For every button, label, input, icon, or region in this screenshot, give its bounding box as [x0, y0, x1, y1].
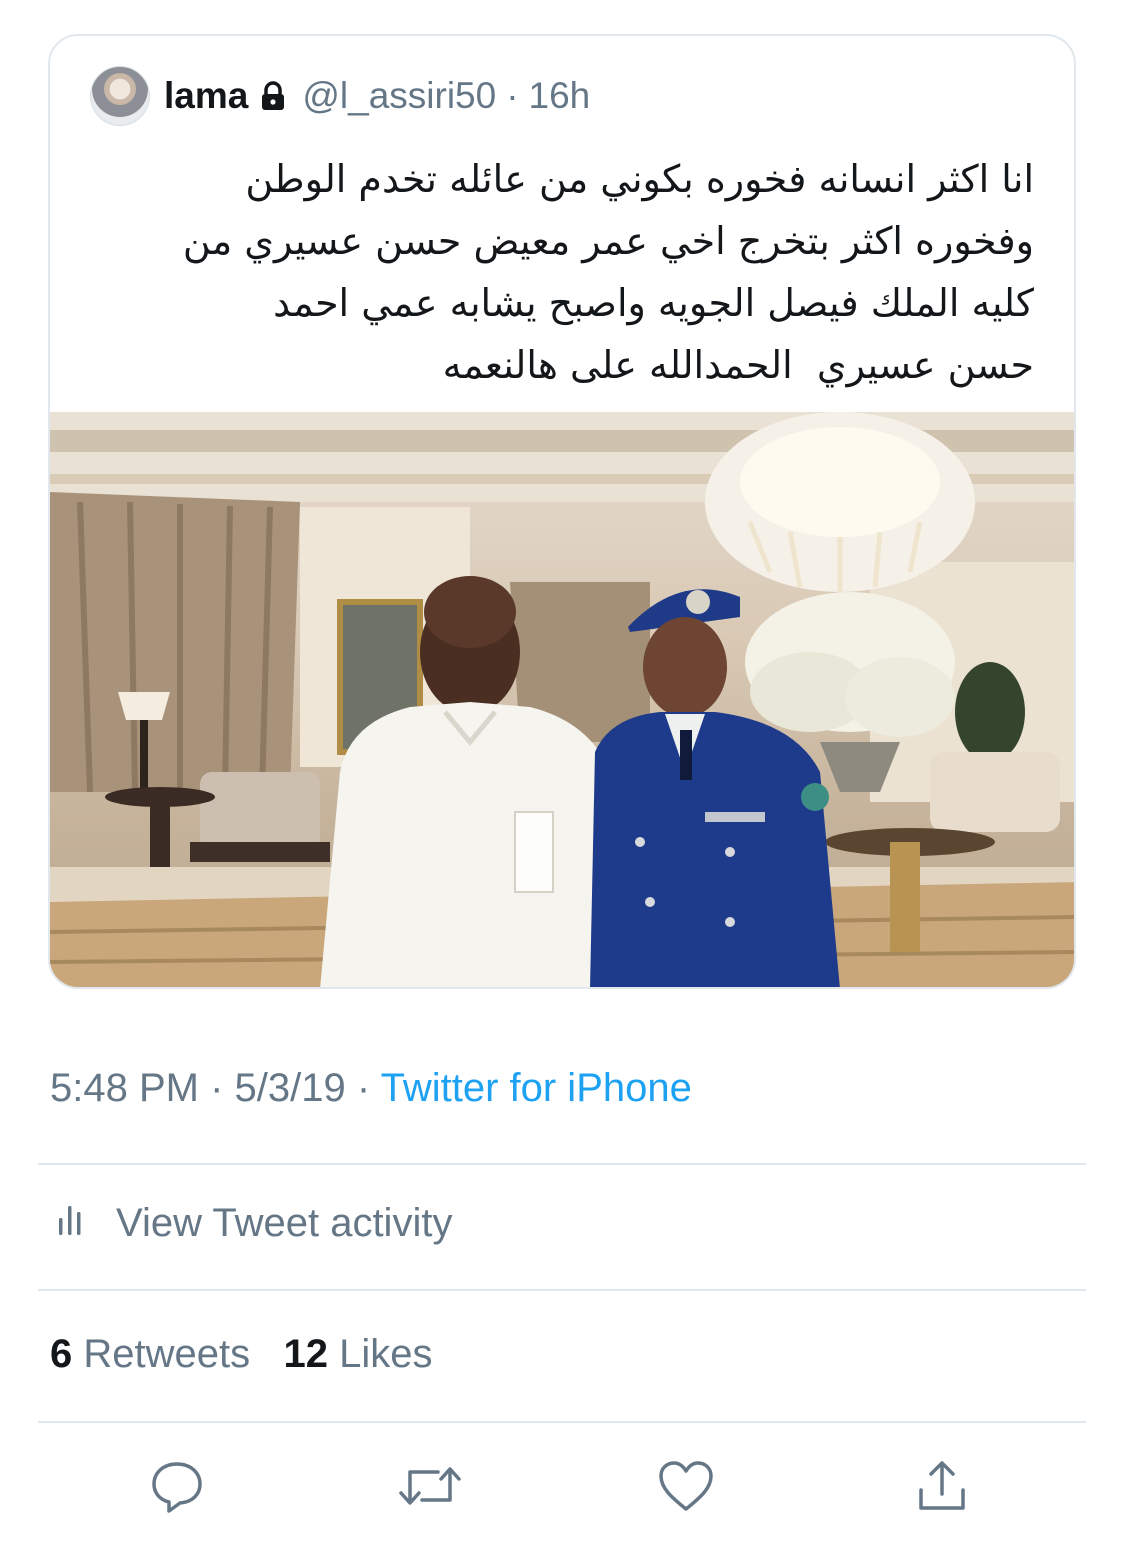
- retweets-count: 6: [50, 1332, 73, 1376]
- retweets-link[interactable]: 6 Retweets: [50, 1332, 250, 1376]
- meta-separator: ·: [210, 1066, 224, 1110]
- tweet-source-link[interactable]: Twitter for iPhone: [381, 1066, 692, 1110]
- bar-chart-icon: [58, 1200, 86, 1246]
- share-icon: [914, 1458, 970, 1519]
- reply-button[interactable]: [147, 1458, 207, 1518]
- meta-separator: ·: [356, 1066, 371, 1110]
- divider: [38, 1163, 1086, 1165]
- like-button[interactable]: [656, 1458, 716, 1518]
- tweet-date: 5/3/19: [234, 1066, 346, 1110]
- avatar[interactable]: [90, 66, 150, 126]
- user-name[interactable]: lama: [164, 75, 248, 117]
- divider: [38, 1421, 1086, 1423]
- tweet-age: 16h: [528, 75, 591, 116]
- tweet-action-bar: [0, 1458, 1124, 1522]
- tweet-time: 5:48 PM: [50, 1066, 199, 1110]
- likes-link[interactable]: 12 Likes: [283, 1332, 432, 1376]
- tweet-meta: 5:48 PM · 5/3/19 · Twitter for iPhone: [50, 1066, 692, 1111]
- reply-icon: [149, 1458, 205, 1519]
- view-tweet-activity-button[interactable]: View Tweet activity: [58, 1200, 452, 1246]
- lock-icon: [260, 81, 286, 111]
- view-tweet-activity-label: View Tweet activity: [116, 1200, 453, 1245]
- retweet-button[interactable]: [398, 1458, 462, 1519]
- user-handle[interactable]: @l_assiri50: [302, 75, 496, 117]
- quoted-tweet-card[interactable]: lama @l_assiri50 · 16h انا اكثر انسانه ف…: [48, 34, 1076, 989]
- quoted-tweet-header: lama @l_assiri50 · 16h: [90, 64, 590, 128]
- share-button[interactable]: [912, 1458, 972, 1518]
- retweets-label: Retweets: [83, 1332, 251, 1376]
- divider: [38, 1289, 1086, 1291]
- likes-count: 12: [283, 1332, 328, 1376]
- tweet-photo[interactable]: [50, 412, 1074, 987]
- engagement-counts: 6 Retweets 12 Likes: [50, 1332, 432, 1377]
- retweet-icon: [398, 1458, 462, 1519]
- likes-label: Likes: [339, 1332, 433, 1376]
- like-icon: [657, 1459, 715, 1518]
- separator-dot: ·: [506, 75, 519, 116]
- quoted-tweet-text: انا اكثر انسانه فخوره بكوني من عائله تخد…: [182, 157, 1034, 387]
